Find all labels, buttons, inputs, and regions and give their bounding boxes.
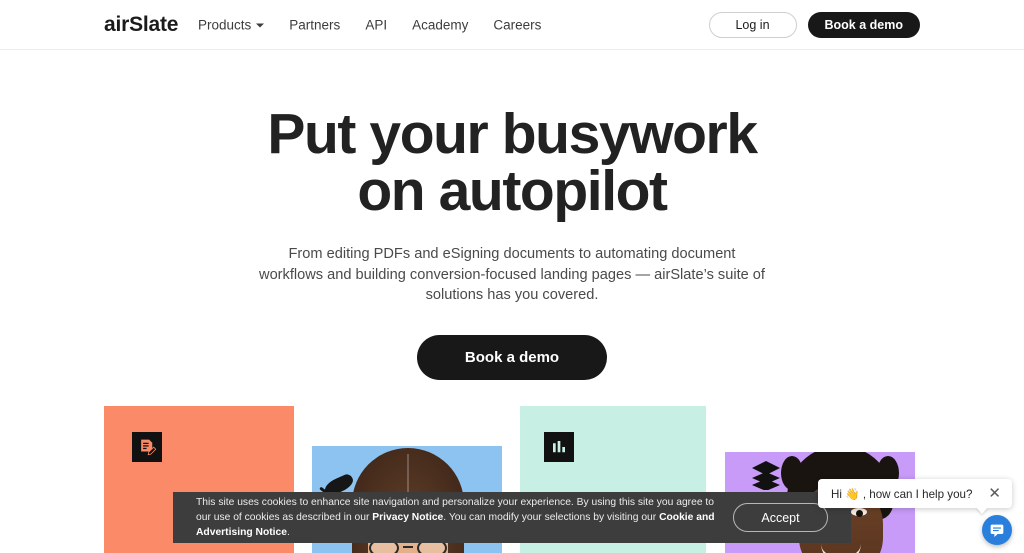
document-edit-icon — [132, 432, 162, 462]
chat-greeting-message: Hi 👋 , how can I help you? — [831, 487, 973, 501]
site-header: airSlate Products Partners API Academy C… — [0, 0, 1024, 50]
chat-launcher-button[interactable] — [982, 515, 1012, 545]
header-book-demo-button[interactable]: Book a demo — [807, 11, 920, 38]
airslate-logo[interactable]: airSlate — [104, 13, 178, 37]
layers-icon — [750, 460, 782, 495]
nav-item-api[interactable]: API — [365, 17, 387, 32]
chat-bubble-tail — [976, 507, 988, 514]
nav-item-academy[interactable]: Academy — [412, 17, 468, 32]
chevron-down-icon — [256, 23, 265, 28]
cookie-banner-text: This site uses cookies to enhance site n… — [196, 495, 733, 540]
nav-item-careers[interactable]: Careers — [493, 17, 541, 32]
login-button[interactable]: Log in — [708, 11, 797, 38]
bar-chart-icon — [544, 432, 574, 462]
cookie-text-part-3: . — [286, 527, 290, 538]
privacy-notice-link[interactable]: Privacy Notice — [372, 512, 443, 523]
cookie-text-part-2: . You can modify your selections by visi… — [443, 512, 660, 523]
header-actions: Log in Book a demo — [708, 11, 920, 38]
nav-item-partners[interactable]: Partners — [289, 17, 340, 32]
chat-icon — [990, 524, 1004, 537]
close-icon[interactable]: ✕ — [988, 486, 1001, 501]
chat-greeting-bubble: Hi 👋 , how can I help you? ✕ — [818, 479, 1012, 508]
main-navigation: Products Partners API Academy Careers — [198, 17, 541, 32]
accept-cookies-button[interactable]: Accept — [733, 503, 828, 532]
nav-item-products[interactable]: Products — [198, 17, 265, 32]
airslate-landing-page: airSlate Products Partners API Academy C… — [0, 0, 1024, 553]
nav-item-products-label: Products — [198, 17, 252, 32]
feature-cards — [0, 0, 1024, 553]
cookie-consent-banner: This site uses cookies to enhance site n… — [173, 492, 851, 543]
